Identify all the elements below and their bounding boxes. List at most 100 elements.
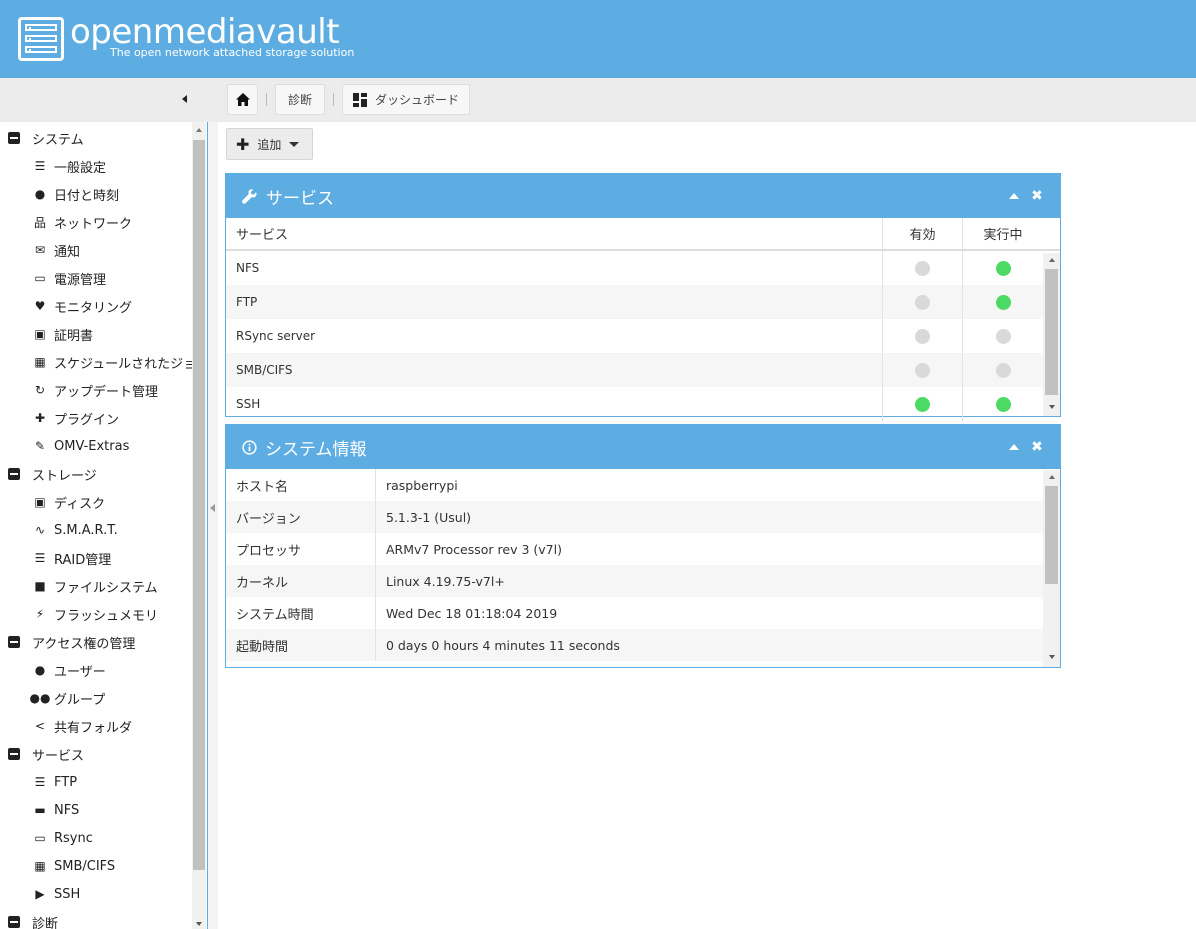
scroll-up-arrow-icon[interactable]	[1049, 258, 1055, 262]
table-row[interactable]: プロセッサ ARMv7 Processor rev 3 (v7l)	[226, 533, 1060, 565]
network-icon: ▭	[34, 831, 46, 845]
info-key: システム時間	[226, 597, 376, 629]
scroll-up-arrow-icon[interactable]	[1049, 475, 1055, 479]
sidebar-item-label: アクセス権の管理	[32, 636, 136, 652]
battery-icon: ▭	[34, 271, 46, 285]
widget-title: サービス	[266, 188, 334, 209]
table-row[interactable]: FTP	[226, 285, 1060, 319]
sidebar-item[interactable]: ▶ SSH	[0, 880, 192, 908]
sidebar-item[interactable]: ☰ FTP	[0, 768, 192, 796]
bolt-icon: ⚡	[35, 607, 45, 621]
scroll-up-arrow-icon[interactable]	[196, 128, 202, 132]
sidebar-item[interactable]: ▬ NFS	[0, 796, 192, 824]
pulse-icon: ∿	[34, 523, 46, 537]
sidebar-item[interactable]: ■ ファイルシステム	[0, 572, 192, 600]
sidebar-item[interactable]: ⚡ フラッシュメモリ	[0, 600, 192, 628]
sidebar-item-label: S.M.A.R.T.	[54, 522, 118, 538]
app-subtitle: The open network attached storage soluti…	[110, 46, 355, 59]
table-row[interactable]: ホスト名 raspberrypi	[226, 469, 1060, 501]
column-header-service[interactable]: サービス	[226, 218, 883, 249]
sidebar-item[interactable]: < 共有フォルダ	[0, 712, 192, 740]
sidebar-category[interactable]: ストレージ	[0, 460, 192, 488]
certificate-icon: ▣	[34, 327, 46, 341]
status-dot-icon	[995, 362, 1011, 378]
sidebar-category[interactable]: 診断	[0, 908, 192, 929]
sidebar-item[interactable]: ☰ 一般設定	[0, 152, 192, 180]
sidebar-item[interactable]: ●● グループ	[0, 684, 192, 712]
collapse-sidebar-button[interactable]	[178, 92, 192, 106]
sidebar-item-label: OMV-Extras	[54, 438, 130, 454]
column-header-running[interactable]: 実行中	[963, 218, 1060, 249]
sidebar-item[interactable]: ▦ SMB/CIFS	[0, 852, 192, 880]
sidebar-item[interactable]: ▦ スケジュールされたジョブ	[0, 348, 192, 376]
service-name: RSync server	[226, 319, 883, 353]
table-row[interactable]: NFS	[226, 251, 1060, 285]
services-widget-header: サービス ✖	[226, 174, 1060, 218]
system-info-scroll-thumb[interactable]	[1045, 486, 1058, 584]
scroll-down-arrow-icon[interactable]	[1049, 655, 1055, 659]
sidebar-item[interactable]: 品ネットワーク	[0, 208, 192, 236]
scroll-down-arrow-icon[interactable]	[1049, 405, 1055, 409]
panel-splitter[interactable]	[208, 122, 218, 929]
sidebar-category[interactable]: システム	[0, 124, 192, 152]
table-row[interactable]: SSH	[226, 387, 1060, 421]
running-cell	[963, 387, 1043, 421]
services-scroll-thumb[interactable]	[1045, 269, 1058, 395]
sidebar-item-label: ディスク	[54, 496, 106, 512]
sidebar-item[interactable]: ▭ Rsync	[0, 824, 192, 852]
scroll-down-arrow-icon[interactable]	[196, 922, 202, 926]
sidebar-item[interactable]: ▣ 証明書	[0, 320, 192, 348]
sidebar-item-label: サービス	[32, 748, 85, 764]
sidebar-item-label: プラグイン	[54, 412, 120, 428]
status-dot-icon	[995, 260, 1011, 276]
sidebar-item[interactable]: ✚ プラグイン	[0, 404, 192, 432]
table-row[interactable]: RSync server	[226, 319, 1060, 353]
sidebar-item[interactable]: ▭ 電源管理	[0, 264, 192, 292]
sidebar-item[interactable]: ✎ OMV-Extras	[0, 432, 192, 460]
close-icon[interactable]: ✖	[1029, 188, 1045, 204]
info-key: プロセッサ	[226, 533, 376, 565]
table-row[interactable]: カーネル Linux 4.19.75-v7l+	[226, 565, 1060, 597]
sidebar-item[interactable]: ● ユーザー	[0, 656, 192, 684]
services-table-body: NFS FTP RSync server SMB/CIFS SSH	[226, 251, 1060, 421]
sidebar-item[interactable]: ♥ モニタリング	[0, 292, 192, 320]
sidebar-category[interactable]: サービス	[0, 740, 192, 768]
dashboard-icon	[353, 92, 367, 107]
running-cell	[963, 251, 1043, 285]
sidebar-item[interactable]: ↻ アップデート管理	[0, 376, 192, 404]
app-header: openmediavault The open network attached…	[0, 0, 1196, 78]
breadcrumb-dashboard[interactable]: ダッシュボード	[342, 84, 470, 115]
column-header-enabled[interactable]: 有効	[883, 218, 963, 249]
sidebar-item[interactable]: ☰ RAID管理	[0, 544, 192, 572]
calendar-clock-icon: ▦	[34, 355, 46, 369]
sidebar-item[interactable]: ∿ S.M.A.R.T.	[0, 516, 192, 544]
sidebar-item[interactable]: ● 日付と時刻	[0, 180, 192, 208]
table-row[interactable]: SMB/CIFS	[226, 353, 1060, 387]
home-icon	[235, 93, 250, 106]
running-cell	[963, 353, 1043, 387]
service-name: NFS	[226, 251, 883, 285]
home-button[interactable]	[227, 84, 258, 115]
service-name: SMB/CIFS	[226, 353, 883, 387]
add-button-label: 追加	[257, 137, 282, 152]
sidebar-item-label: フラッシュメモリ	[54, 608, 159, 624]
minus-square-icon	[8, 132, 20, 144]
table-row[interactable]: バージョン 5.1.3-1 (Usul)	[226, 501, 1060, 533]
add-widget-button[interactable]: ✚ 追加	[226, 128, 313, 160]
sidebar-item-label: 日付と時刻	[54, 188, 120, 204]
sidebar-category[interactable]: アクセス権の管理	[0, 628, 192, 656]
close-icon[interactable]: ✖	[1029, 439, 1045, 455]
breadcrumb-diagnostics[interactable]: 診断	[275, 84, 325, 115]
table-row[interactable]: 起動時間 0 days 0 hours 4 minutes 11 seconds	[226, 629, 1060, 661]
info-value: raspberrypi	[386, 477, 458, 493]
table-row[interactable]: システム時間 Wed Dec 18 01:18:04 2019	[226, 597, 1060, 629]
sidebar-item[interactable]: ✉ 通知	[0, 236, 192, 264]
collapse-widget-icon[interactable]	[1009, 193, 1019, 199]
running-cell	[963, 285, 1043, 319]
collapse-widget-icon[interactable]	[1009, 444, 1019, 450]
sidebar-item[interactable]: ▣ ディスク	[0, 488, 192, 516]
sidebar-item-label: FTP	[54, 774, 78, 790]
status-dot-icon	[995, 396, 1011, 412]
sidebar-item-label: 電源管理	[54, 272, 107, 288]
sidebar-scroll-thumb[interactable]	[193, 140, 205, 870]
